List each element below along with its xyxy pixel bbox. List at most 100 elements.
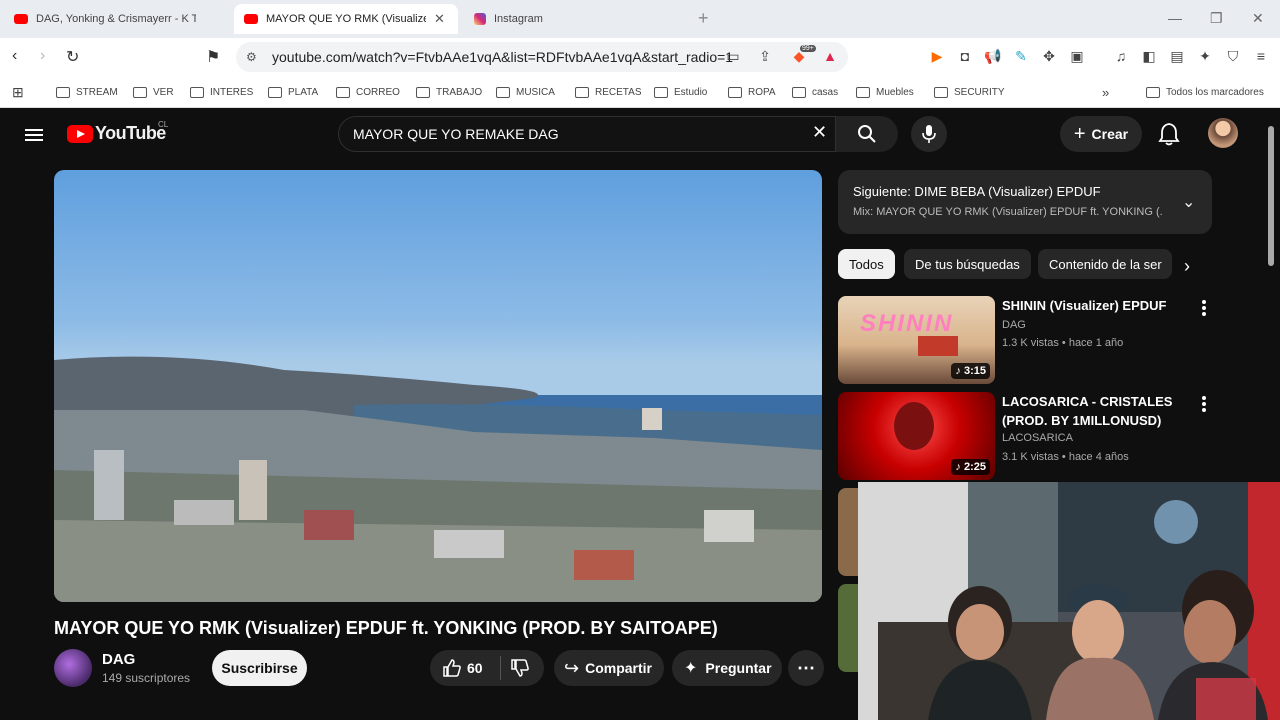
new-tab-button[interactable]: +	[698, 8, 709, 29]
reload-icon[interactable]: ↻	[66, 47, 79, 67]
up-next-heading: Siguiente: DIME BEBA (Visualizer) EPDUF	[853, 184, 1101, 199]
bookmark-folder[interactable]: casas	[792, 83, 838, 101]
bookmark-folder[interactable]: Estudio	[654, 83, 707, 101]
browser-tab-active[interactable]: MAYOR QUE YO RMK (Visualizer) EPDUF ✕	[234, 4, 458, 34]
close-tab-icon[interactable]: ✕	[434, 11, 445, 27]
chip-from-searches[interactable]: De tus búsquedas	[904, 249, 1031, 279]
sidebar-icon[interactable]: ◧	[1140, 47, 1158, 65]
puzzle-icon[interactable]: ✥	[1040, 47, 1058, 65]
maximize-icon[interactable]: ❐	[1210, 10, 1223, 27]
webcam-feed	[858, 482, 1280, 720]
thumbnail-face	[894, 402, 934, 450]
chevron-right-icon[interactable]: ›	[1184, 256, 1190, 277]
youtube-page: YouTube CL MAYOR QUE YO REMAKE DAG ✕ + C…	[0, 108, 1280, 720]
create-button[interactable]: + Crear	[1060, 116, 1142, 152]
more-bookmarks-icon[interactable]: »	[1102, 83, 1109, 101]
guide-menu-icon[interactable]	[25, 126, 43, 144]
recommendation-title[interactable]: LACOSARICA - CRISTALES (PROD. BY 1MILLON…	[1002, 392, 1182, 430]
folder-icon	[654, 86, 668, 98]
account-avatar[interactable]	[1208, 118, 1238, 148]
more-options-icon[interactable]	[1202, 394, 1208, 414]
all-bookmarks-folder[interactable]: Todos los marcadores	[1146, 83, 1264, 101]
minimize-icon[interactable]: —	[1168, 10, 1182, 26]
instagram-favicon-icon	[474, 13, 486, 25]
bookmark-folder[interactable]: MUSICA	[496, 83, 555, 101]
up-next-panel[interactable]: Siguiente: DIME BEBA (Visualizer) EPDUF …	[838, 170, 1212, 234]
forward-icon[interactable]: ›	[40, 47, 45, 65]
folder-icon	[336, 86, 350, 98]
channel-name[interactable]: DAG	[102, 651, 135, 668]
search-button[interactable]	[836, 116, 898, 152]
recommendation-channel[interactable]: DAG	[1002, 319, 1026, 331]
tab-label: DAG, Yonking & Crismayerr - K TE VAYA	[36, 13, 196, 25]
more-actions-icon[interactable]: ⋯	[788, 650, 824, 686]
close-window-icon[interactable]: ✕	[1252, 10, 1264, 27]
chip-all[interactable]: Todos	[838, 249, 895, 279]
video-thumbnail-partial[interactable]	[838, 488, 858, 576]
install-app-icon[interactable]: ▭	[724, 47, 742, 65]
leo-ai-icon[interactable]: ✦	[1196, 47, 1214, 65]
recommendation-channel[interactable]: LACOSARICA	[1002, 432, 1073, 444]
play-extension-icon[interactable]: ▶	[928, 47, 946, 65]
translate-extension-icon[interactable]: ✎	[1012, 47, 1030, 65]
bookmark-folder[interactable]: STREAM	[56, 83, 118, 101]
recommendation-title[interactable]: SHININ (Visualizer) EPDUF	[1002, 296, 1182, 315]
folder-icon	[133, 86, 147, 98]
youtube-logo[interactable]: YouTube	[67, 123, 166, 144]
wallet-icon[interactable]: ▤	[1168, 47, 1186, 65]
thumbs-up-icon	[443, 659, 461, 677]
channel-avatar[interactable]	[54, 649, 92, 687]
browser-tab[interactable]: DAG, Yonking & Crismayerr - K TE VAYA	[4, 4, 232, 34]
thumbnail-object	[918, 336, 958, 356]
shields-badge: 99+	[800, 45, 816, 52]
bookmark-folder[interactable]: CORREO	[336, 83, 400, 101]
bookmark-folder[interactable]: INTERES	[190, 83, 253, 101]
duration-badge: ♪ 3:15	[951, 363, 990, 379]
video-player[interactable]	[54, 170, 822, 602]
duration-badge: ♪ 2:25	[951, 459, 990, 475]
chevron-down-icon[interactable]: ⌄	[1182, 192, 1195, 212]
bookmark-label: SECURITY	[954, 86, 1005, 98]
music-icon[interactable]: ♫	[1112, 47, 1130, 65]
voice-search-button[interactable]	[911, 116, 947, 152]
duration-text: 3:15	[963, 365, 986, 377]
screenshot-icon[interactable]: ▣	[1068, 47, 1086, 65]
notifications-bell-icon[interactable]	[1158, 122, 1180, 151]
share-icon[interactable]: ⇪	[756, 47, 774, 65]
video-thumbnail[interactable]: SHININ ♪ 3:15	[838, 296, 995, 384]
brave-rewards-icon[interactable]: ▲	[821, 47, 839, 65]
bookmark-icon[interactable]: ⚑	[206, 47, 220, 67]
browser-tab[interactable]: Instagram	[464, 4, 692, 34]
page-scrollbar[interactable]	[1268, 126, 1274, 266]
more-options-icon[interactable]	[1202, 298, 1208, 318]
bookmark-folder[interactable]: Muebles	[856, 83, 914, 101]
dislike-button[interactable]	[510, 658, 530, 681]
ask-button[interactable]: ✦ Preguntar	[672, 650, 782, 686]
browser-tab-strip: DAG, Yonking & Crismayerr - K TE VAYA MA…	[0, 0, 1280, 38]
share-button[interactable]: ↪ Compartir	[554, 650, 664, 686]
clear-search-icon[interactable]: ✕	[812, 122, 827, 143]
sparkle-icon: ✦	[684, 660, 698, 677]
menu-icon[interactable]: ≡	[1252, 47, 1270, 65]
chip-series-content[interactable]: Contenido de la ser	[1038, 249, 1172, 279]
bookmark-label: VER	[153, 86, 174, 98]
video-thumbnail[interactable]: ♪ 2:25	[838, 392, 995, 480]
bookmark-folder[interactable]: RECETAS	[575, 83, 642, 101]
folder-icon	[1146, 86, 1160, 98]
bookmark-folder[interactable]: TRABAJO	[416, 83, 482, 101]
like-button[interactable]	[442, 658, 462, 681]
subscribe-button[interactable]: Suscribirse	[212, 650, 307, 686]
megaphone-extension-icon[interactable]: 📢	[984, 47, 1002, 65]
vpn-icon[interactable]: ⛉	[1224, 47, 1242, 65]
bookmark-folder[interactable]: SECURITY	[934, 83, 1005, 101]
bookmark-folder[interactable]: VER	[133, 83, 174, 101]
back-icon[interactable]: ‹	[12, 47, 17, 65]
apps-grid-icon[interactable]: ⊞	[12, 83, 24, 101]
bookmark-folder[interactable]: PLATA	[268, 83, 318, 101]
search-input[interactable]: MAYOR QUE YO REMAKE DAG	[338, 116, 836, 152]
folder-icon	[416, 86, 430, 98]
site-info-icon[interactable]: ⚙	[246, 50, 257, 64]
bookmark-folder[interactable]: ROPA	[728, 83, 776, 101]
video-thumbnail-partial[interactable]	[838, 584, 858, 672]
extension-icon[interactable]: ◘	[956, 47, 974, 65]
